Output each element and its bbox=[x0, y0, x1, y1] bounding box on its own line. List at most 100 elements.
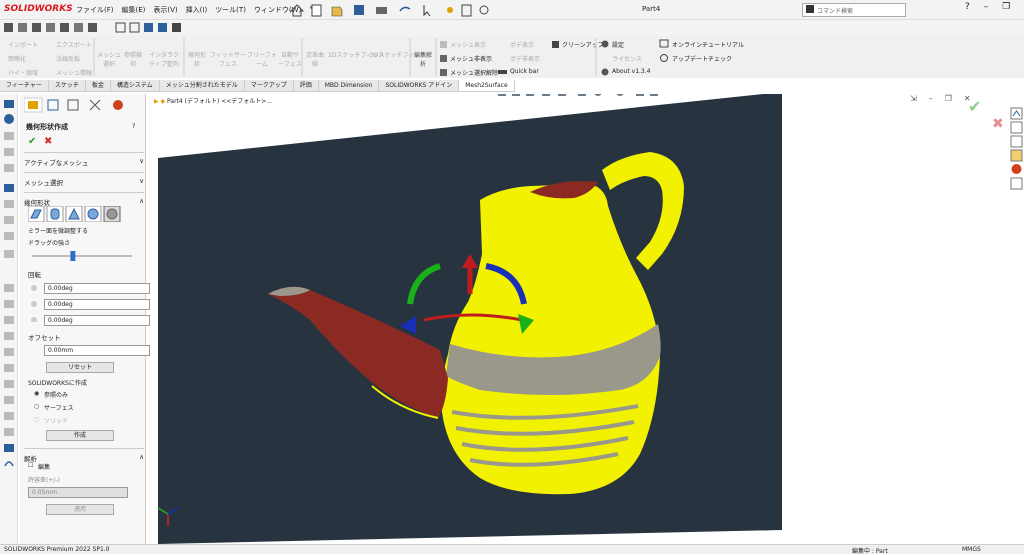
menu-tools[interactable]: ツール(T) bbox=[215, 5, 246, 15]
menu-edit[interactable]: 編集(E) bbox=[122, 5, 146, 15]
tab-meshed-model[interactable]: メッシュ分割されたモデル bbox=[160, 80, 245, 91]
tab-sketch[interactable]: スケッチ bbox=[49, 80, 86, 91]
solidworks-logo: SOLIDWORKS bbox=[4, 4, 73, 14]
hide-show-icon bbox=[594, 94, 602, 96]
strip-icon-5 bbox=[4, 164, 14, 172]
restore-button[interactable]: ❐ bbox=[1002, 2, 1010, 12]
quick-access-toolbar[interactable] bbox=[288, 2, 498, 18]
menu-view[interactable]: 表示(V) bbox=[153, 5, 177, 15]
print-icon bbox=[376, 7, 387, 14]
rotation-x-input[interactable]: 0.00deg bbox=[44, 283, 150, 294]
undo-icon bbox=[399, 6, 411, 12]
heads-up-view-toolbar bbox=[498, 94, 658, 96]
ok-check-icon[interactable]: ✔ bbox=[28, 136, 36, 147]
pm-help-icon[interactable]: ? bbox=[132, 122, 135, 130]
sphere-shape-icon bbox=[87, 208, 99, 220]
create-button[interactable]: 作成 bbox=[46, 430, 114, 441]
status-units[interactable]: MMGS bbox=[962, 546, 981, 553]
task-pane-strip[interactable] bbox=[1010, 94, 1024, 544]
command-search-input[interactable]: コマンド検索 bbox=[802, 3, 906, 17]
drag-strength-slider[interactable] bbox=[30, 250, 136, 262]
strip-icon-6 bbox=[4, 184, 14, 192]
menu-insert[interactable]: 挿入(I) bbox=[186, 5, 208, 15]
command-manager: インポート エクスポート 簡略化 法線反転 ハイ・領域 メッシュ情報 メッシュ選… bbox=[0, 36, 1024, 78]
graphics-viewport[interactable]: ✔ ✖ ▶ ◆ Part4 (デフォルト) <<デフォルト>... ⇲ – ❐ … bbox=[150, 94, 1010, 544]
tab-markup[interactable]: マークアップ bbox=[245, 80, 294, 91]
pm-title: 幾何形状作成 bbox=[26, 123, 68, 131]
secondary-toolbar[interactable] bbox=[0, 20, 200, 36]
viewport-maximize-button[interactable]: ❐ bbox=[945, 94, 952, 103]
section-mesh-select[interactable]: メッシュ選択 ∨ bbox=[24, 172, 144, 187]
rotation-z-input[interactable]: 0.00deg bbox=[44, 315, 150, 326]
toolbar-icon-7 bbox=[88, 23, 97, 32]
status-bar: SOLIDWORKS Premium 2022 SP1.0 編集中 : Part… bbox=[0, 544, 1024, 555]
section-geometry[interactable]: 幾何形状 ∧ bbox=[24, 192, 144, 207]
strip-icon-15 bbox=[4, 348, 14, 356]
strip-icon-8 bbox=[4, 216, 14, 224]
task-appearance-icon bbox=[1011, 164, 1022, 174]
scene-icon bbox=[636, 94, 644, 96]
offset-input[interactable]: 0.00mm bbox=[44, 345, 150, 356]
property-manager: 幾何形状作成 ? ✔ ✖ アクティブなメッシュ ∨ メッシュ選択 ∨ 幾何形状 ∧ ミ… bbox=[20, 94, 150, 544]
settings-gear-icon bbox=[601, 40, 609, 48]
view-settings-icon bbox=[650, 94, 658, 96]
options-gear-icon bbox=[479, 5, 489, 15]
torus-shape-icon bbox=[106, 208, 118, 220]
viewport-canvas[interactable]: ✔ ✖ bbox=[150, 94, 1010, 544]
strip-icon-7 bbox=[4, 200, 14, 208]
cleanup-icon bbox=[552, 41, 559, 48]
option-solid[interactable]: ○ ソリッド bbox=[34, 416, 68, 425]
mesh-deselect-icon bbox=[440, 69, 447, 76]
viewport-restore-button[interactable]: ⇲ bbox=[910, 94, 917, 103]
strip-icon-16 bbox=[4, 364, 14, 372]
help-icon[interactable]: ? bbox=[965, 2, 970, 12]
tab-sheet-metal[interactable]: 板金 bbox=[86, 80, 111, 91]
tab-features[interactable]: フィーチャー bbox=[0, 80, 49, 91]
option-reference-only[interactable]: ◉ 参照のみ bbox=[34, 390, 68, 399]
section-analysis[interactable]: 解析 ∧ bbox=[24, 448, 144, 463]
rotation-y-input[interactable]: 0.00deg bbox=[44, 299, 150, 310]
title-bar: SOLIDWORKS ファイル(F) 編集(E) 表示(V) 挿入(I) ツール… bbox=[0, 0, 1024, 20]
task-resources-icon bbox=[1010, 121, 1023, 134]
shape-type-buttons[interactable] bbox=[28, 206, 128, 222]
pm-tab-icons[interactable] bbox=[24, 96, 142, 114]
feature-tree-flyout[interactable]: ▶ ◆ Part4 (デフォルト) <<デフォルト>... bbox=[154, 96, 272, 105]
mesh-hide-icon bbox=[440, 55, 447, 62]
strip-icon-9 bbox=[4, 232, 14, 240]
strip-icon-11 bbox=[4, 284, 14, 292]
offset-label: オフセット bbox=[28, 334, 61, 342]
left-icon-strip[interactable] bbox=[0, 94, 18, 544]
window-controls: ? – ❐ ✕ bbox=[965, 2, 1024, 12]
menu-file[interactable]: ファイル(F) bbox=[76, 5, 114, 15]
tab-addins[interactable]: SOLIDWORKS アドイン bbox=[379, 80, 460, 91]
home-icon bbox=[289, 4, 305, 17]
section-active-mesh[interactable]: アクティブなメッシュ ∨ bbox=[24, 152, 144, 167]
tab-mesh2surface[interactable]: Mesh2Surface bbox=[459, 80, 515, 91]
tolerance-input[interactable]: 0.05mm bbox=[28, 487, 128, 498]
dimxpert-icon bbox=[89, 99, 101, 111]
reset-button[interactable]: リセット bbox=[46, 362, 114, 373]
tab-structure-system[interactable]: 構造システム bbox=[111, 80, 160, 91]
strip-icon-3 bbox=[4, 132, 14, 140]
viewport-minimize-button[interactable]: – bbox=[929, 94, 933, 103]
minimize-button[interactable]: – bbox=[984, 2, 989, 12]
apply-button[interactable]: 適用 bbox=[46, 504, 114, 515]
strip-icon-17 bbox=[4, 380, 14, 388]
strip-icon-20 bbox=[4, 428, 14, 436]
tutorial-icon bbox=[659, 39, 669, 48]
property-manager-icon bbox=[47, 99, 59, 111]
toolbar-icon-1 bbox=[4, 23, 13, 32]
strip-icon-21 bbox=[4, 444, 14, 452]
option-surface[interactable]: ○ サーフェス bbox=[34, 403, 74, 412]
menu-bar: ファイル(F) 編集(E) 表示(V) 挿入(I) ツール(T) ウィンドウ(W… bbox=[76, 5, 315, 15]
viewport-close-button[interactable]: ✕ bbox=[964, 94, 971, 103]
tab-evaluate[interactable]: 評価 bbox=[294, 80, 319, 91]
update-icon bbox=[660, 54, 668, 62]
strip-icon-12 bbox=[4, 300, 14, 308]
cancel-x-icon[interactable]: ✖ bbox=[44, 136, 52, 147]
tab-mbd-dimension[interactable]: MBD Dimension bbox=[319, 80, 380, 91]
strip-icon-14 bbox=[4, 332, 14, 340]
strip-icon-2 bbox=[4, 114, 14, 124]
edit-checkbox[interactable]: ☐ 編集 bbox=[28, 462, 50, 471]
confirm-cancel-icon: ✖ bbox=[992, 116, 1004, 132]
